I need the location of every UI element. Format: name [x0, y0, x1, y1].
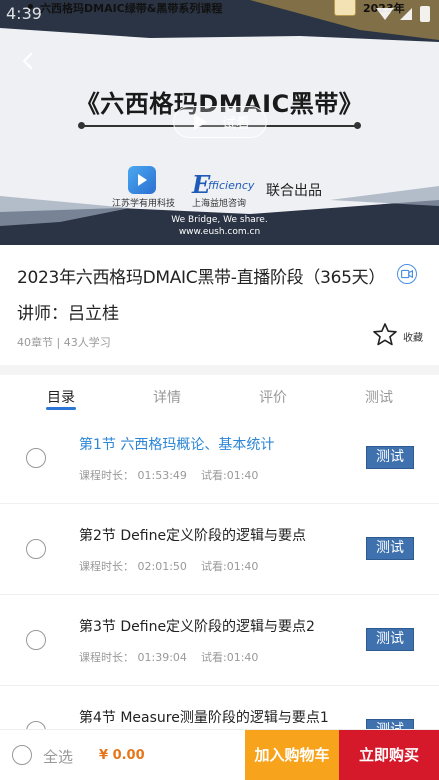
lesson-item[interactable]: 第3节 Define定义阶段的逻辑与要点2 课程时长： 01:39:04 试看:… — [0, 595, 439, 686]
lesson-checkbox[interactable] — [26, 721, 46, 729]
lesson-duration: 课程时长： 01:39:04 — [79, 651, 187, 664]
app-badge-icon — [334, 0, 356, 16]
section-divider — [0, 365, 439, 375]
course-meta: 40章节 | 43人学习 — [17, 336, 111, 349]
video-camera-icon[interactable] — [397, 264, 417, 284]
lesson-item[interactable]: 第2节 Define定义阶段的逻辑与要点 课程时长： 02:01:50 试看:0… — [0, 504, 439, 595]
lesson-title: 第1节 六西格玛概论、基本统计 — [79, 437, 275, 453]
lesson-title: 第4节 Measure测量阶段的逻辑与要点1 — [79, 710, 329, 726]
lesson-checkbox[interactable] — [26, 448, 46, 468]
course-title: 2023年六西格玛DMAIC黑带-直播阶段（365天） — [17, 268, 386, 288]
status-time: 4:39 — [6, 4, 42, 23]
partner1-logo — [128, 166, 156, 194]
banner-slogan: We Bridge, We share. — [171, 215, 268, 225]
tab-catalog[interactable]: 目录 — [21, 387, 101, 407]
lesson-title: 第3节 Define定义阶段的逻辑与要点2 — [79, 619, 315, 635]
tab-reviews[interactable]: 评价 — [233, 387, 313, 407]
lesson-item[interactable]: 第4节 Measure测量阶段的逻辑与要点1 测试 — [0, 686, 439, 729]
tab-tests[interactable]: 测试 — [339, 387, 419, 407]
bottom-action-bar: 全选 ¥ 0.00 加入购物车 立即购买 — [0, 729, 439, 780]
active-tab-indicator — [46, 407, 76, 410]
rule-dot-icon — [78, 122, 85, 129]
rule-dot-icon — [354, 122, 361, 129]
lesson-test-button[interactable]: 测试 — [366, 446, 414, 469]
total-price: ¥ 0.00 — [99, 748, 145, 763]
lesson-trial: 试看:01:40 — [201, 560, 259, 573]
favorite-label: 收藏 — [403, 333, 423, 344]
bullet-icon — [28, 4, 33, 9]
preview-label: 试看 — [222, 116, 250, 132]
partner2-name: 上海益旭咨询 — [192, 199, 247, 209]
buy-now-button[interactable]: 立即购买 — [339, 730, 439, 780]
partner1-name: 江苏学有用科技 — [112, 199, 176, 209]
lesson-test-button[interactable]: 测试 — [366, 628, 414, 651]
signal-battery-icons — [376, 6, 430, 22]
lesson-title: 第2节 Define定义阶段的逻辑与要点 — [79, 528, 307, 544]
add-to-cart-button[interactable]: 加入购物车 — [245, 730, 339, 780]
select-all-label: 全选 — [43, 748, 74, 766]
status-bar: 4:39 六西格玛DMAIC绿带&黑带系列课程 2023年 — [0, 0, 439, 30]
banner-website: www.eush.com.cn — [178, 227, 261, 237]
tab-details[interactable]: 详情 — [127, 387, 207, 407]
status-marquee: 六西格玛DMAIC绿带&黑带系列课程 — [40, 2, 223, 15]
partner2-wordmark: fficiency — [208, 179, 255, 192]
lecturer-name: 讲师：吕立桂 — [17, 304, 119, 324]
select-all-toggle[interactable]: 全选 — [12, 744, 92, 768]
play-icon — [138, 174, 147, 186]
favorite-button[interactable]: 收藏 — [372, 322, 428, 350]
lesson-item[interactable]: 第1节 六西格玛概论、基本统计 课程时长： 01:53:49 试看:01:40 … — [0, 413, 439, 504]
star-icon — [373, 323, 397, 346]
lesson-duration: 课程时长： 01:53:49 — [79, 469, 187, 482]
course-banner[interactable]: 4:39 六西格玛DMAIC绿带&黑带系列课程 2023年 《六西格玛DMAIC… — [0, 0, 439, 245]
lesson-trial: 试看:01:40 — [201, 469, 259, 482]
lesson-checkbox[interactable] — [26, 539, 46, 559]
app-root: 4:39 六西格玛DMAIC绿带&黑带系列课程 2023年 《六西格玛DMAIC… — [0, 0, 439, 780]
lesson-duration: 课程时长： 02:01:50 — [79, 560, 187, 573]
joint-production-label: 联合出品 — [266, 183, 322, 199]
lesson-trial: 试看:01:40 — [201, 651, 259, 664]
lesson-test-button[interactable]: 测试 — [366, 537, 414, 560]
lesson-checkbox[interactable] — [26, 630, 46, 650]
select-all-radio[interactable] — [12, 745, 32, 765]
preview-button[interactable]: 试看 — [173, 106, 267, 138]
back-arrow-icon[interactable] — [18, 50, 40, 72]
play-icon — [194, 114, 207, 130]
lesson-test-button[interactable]: 测试 — [366, 719, 414, 729]
